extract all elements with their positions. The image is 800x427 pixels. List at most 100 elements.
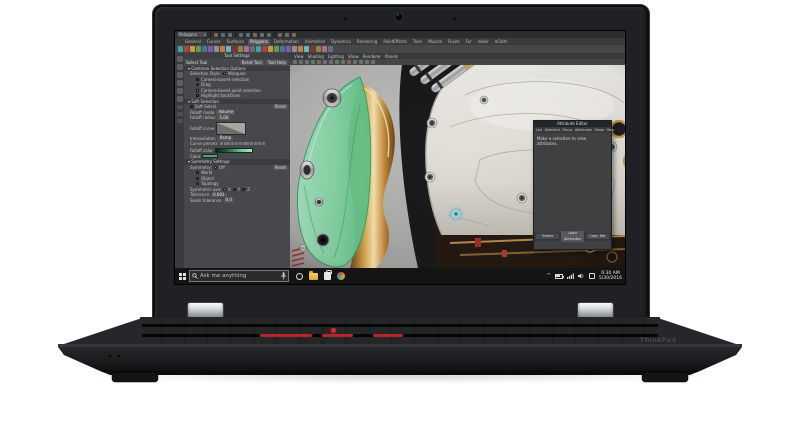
symmetry-topology-label: Topology [201,181,219,186]
scale-tool-icon[interactable] [177,96,183,102]
render-icon[interactable] [278,33,282,37]
attribute-editor-footer: Select Load Attributes Copy Tab [534,233,611,241]
menu-set-dropdown[interactable]: Polygons▾ [177,32,207,37]
interpolation-dropdown[interactable]: Ramp [218,136,234,141]
viewport-panel: View Shading Lighting Show Renderer Pane… [290,53,625,268]
thinkpad-logo: ThinkPad [640,336,676,344]
app-icon[interactable] [337,272,345,280]
ae-copy-tab-button[interactable]: Copy Tab [586,234,609,240]
ae-select-button[interactable]: Select [536,234,559,240]
menu-show[interactable]: Show [348,54,359,59]
speaker-icon[interactable] [578,273,585,279]
viewport-icon-bar[interactable] [290,59,625,65]
microphone-icon[interactable] [281,272,286,280]
attribute-editor-panel: Attribute Editor List Selected Focus Att… [533,120,612,250]
attribute-editor-message: Make a selection to view attributes. [534,133,611,233]
drag-radio[interactable] [196,83,199,86]
tolerance-field[interactable]: 0.001 [211,193,226,198]
ae-menu-focus[interactable]: Focus [562,128,572,132]
lasso-tool-icon[interactable] [177,64,183,70]
laptop-screen: Polygons▾ General Curves Surfaces Polygo… [175,31,625,284]
new-scene-icon[interactable] [214,33,218,37]
highlight-backfaces-checkbox[interactable] [196,94,199,97]
falloff-color-ramp[interactable] [215,148,253,153]
search-input[interactable] [200,273,279,279]
symmetry-world-radio[interactable] [196,171,199,174]
symmetry-topology-radio[interactable] [196,182,199,185]
ipr-render-icon[interactable] [285,33,289,37]
menu-shading[interactable]: Shading [308,54,324,59]
laptop-base [0,300,800,427]
tolerance-label: Tolerance [190,192,209,197]
redo-icon[interactable] [246,33,250,37]
ae-menu-selected[interactable]: Selected [545,128,560,132]
axis-x-radio[interactable] [223,188,226,191]
falloff-curve-graph[interactable] [216,122,246,135]
shelf-icon-bar[interactable] [175,45,625,53]
windows-taskbar: ^ 6:30 AM 5/30/2016 [175,268,625,284]
camera-paint-label: Camera-based paint selection [201,88,261,93]
menu-renderer[interactable]: Renderer [363,54,381,59]
taskbar-search-box[interactable] [189,270,289,282]
falloff-radius-label: Falloff radius [190,115,215,120]
ae-menu-help[interactable]: Help [607,128,615,132]
save-scene-icon[interactable] [228,33,232,37]
task-view-icon[interactable] [296,273,303,280]
camera-based-checkbox[interactable] [196,78,199,81]
webcam [394,12,404,22]
symmetry-off-label: Off [219,165,225,170]
symmetry-object-label: Object [201,176,214,181]
soft-select-checkbox[interactable] [190,105,193,108]
curve-presets[interactable] [220,142,265,145]
symmetry-label: Symmetry: [190,165,212,170]
select-tool-icon[interactable] [177,56,183,62]
layout-persp-outliner-icon[interactable] [177,119,183,123]
action-center-icon[interactable] [589,273,595,279]
open-scene-icon[interactable] [221,33,225,37]
layout-single-icon[interactable] [177,105,183,109]
axis-y-radio[interactable] [233,188,236,191]
symmetry-off-radio[interactable] [214,166,217,169]
chevron-down-icon: ▾ [204,32,206,37]
selection-style-label: Selection Style: [190,71,221,76]
camera-paint-checkbox[interactable] [196,89,199,92]
render-settings-icon[interactable] [292,33,296,37]
paint-select-tool-icon[interactable] [177,72,183,78]
ae-load-attributes-button[interactable]: Load Attributes [561,231,584,242]
menu-panels[interactable]: Panels [385,54,398,59]
taskbar-clock[interactable]: 6:30 AM 5/30/2016 [599,271,622,282]
axis-z-radio[interactable] [242,188,245,191]
start-button[interactable] [175,268,189,284]
symmetric-axis-label: Symmetric axis [190,187,221,192]
symmetry-object-radio[interactable] [196,177,199,180]
rotate-tool-icon[interactable] [177,88,183,94]
file-explorer-icon[interactable] [309,273,318,280]
menu-lighting[interactable]: Lighting [328,54,344,59]
soft-reset-button[interactable]: Reset [273,104,288,109]
drag-label: Drag [201,82,211,87]
network-signal-icon[interactable] [567,273,574,279]
ae-menu-attributes[interactable]: Attributes [575,128,592,132]
snap-curve-icon[interactable] [260,33,264,37]
tool-name: Select Tool [186,60,238,65]
falloff-mode-dropdown[interactable]: Volume [216,110,235,115]
tool-help-button[interactable]: Tool Help [266,60,288,65]
seam-tolerance-field[interactable]: 0.0 [224,198,234,203]
layout-four-view-icon[interactable] [177,112,183,116]
reset-tool-button[interactable]: Reset Tool [240,60,264,65]
store-icon[interactable] [324,272,331,280]
move-tool-icon[interactable] [177,80,183,86]
menu-view[interactable]: View [294,54,304,59]
curve-presets-label: Curve presets [190,141,218,146]
symmetry-reset-button[interactable]: Reset [273,165,288,170]
undo-icon[interactable] [239,33,243,37]
snap-point-icon[interactable] [267,33,271,37]
chevron-up-icon[interactable]: ^ [546,273,551,279]
falloff-radius-field[interactable]: 5.00 [217,116,230,121]
snap-grid-icon[interactable] [253,33,257,37]
marquee-radio[interactable] [223,72,226,75]
battery-icon[interactable] [555,274,563,279]
color-swatch[interactable] [202,154,218,158]
ae-menu-show[interactable]: Show [595,128,604,132]
ae-menu-list[interactable]: List [536,128,542,132]
